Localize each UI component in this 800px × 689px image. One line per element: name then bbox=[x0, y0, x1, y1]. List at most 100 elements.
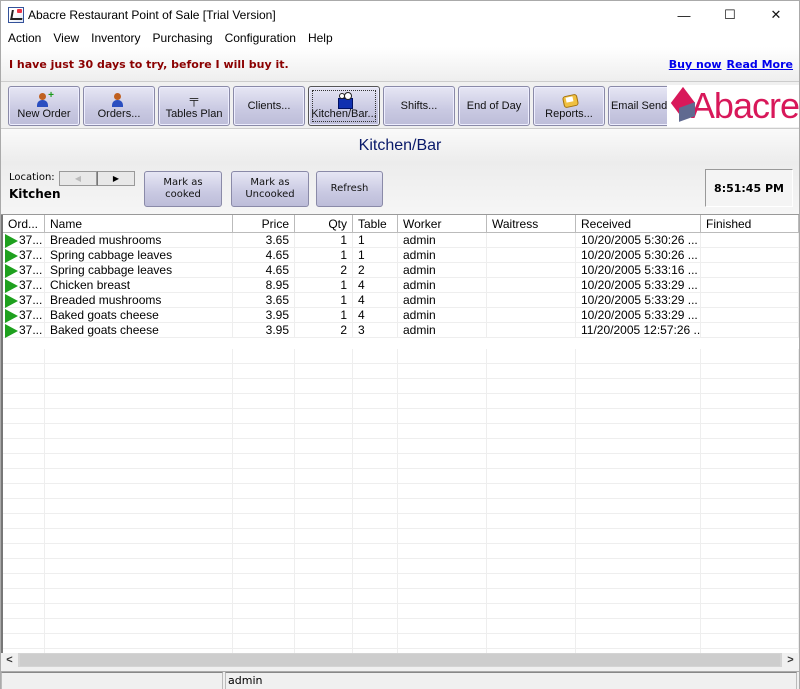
cell-waitress bbox=[487, 323, 576, 338]
close-button[interactable]: ✕ bbox=[753, 1, 799, 29]
orders-grid: Ord... Name Price Qty Table Worker Waitr… bbox=[1, 215, 799, 653]
location-nav: ◀ ▶ bbox=[59, 171, 135, 186]
scroll-track[interactable] bbox=[20, 654, 780, 666]
menu-purchasing[interactable]: Purchasing bbox=[147, 31, 219, 45]
cell-waitress bbox=[487, 248, 576, 263]
tables-plan-button[interactable]: ╤ Tables Plan bbox=[158, 86, 230, 126]
reports-button[interactable]: Reports... bbox=[533, 86, 605, 126]
col-received[interactable]: Received bbox=[576, 215, 701, 233]
cell-qty: 1 bbox=[295, 308, 353, 323]
cell-waitress bbox=[487, 263, 576, 278]
kitchen-bar-button[interactable]: Kitchen/Bar... bbox=[308, 86, 380, 126]
cell-order: 37... bbox=[3, 248, 45, 263]
cell-waitress bbox=[487, 308, 576, 323]
scroll-left-arrow[interactable]: < bbox=[1, 653, 18, 667]
cell-finished bbox=[701, 278, 799, 293]
status-user: admin bbox=[225, 672, 797, 689]
col-waitress[interactable]: Waitress bbox=[487, 215, 576, 233]
cell-table: 1 bbox=[353, 248, 398, 263]
app-window: Abacre Restaurant Point of Sale [Trial V… bbox=[0, 0, 800, 689]
location-label: Location: bbox=[9, 172, 55, 183]
cell-received: 10/20/2005 5:33:29 ... bbox=[576, 278, 701, 293]
menu-inventory[interactable]: Inventory bbox=[85, 31, 146, 45]
add-person-icon: + bbox=[36, 90, 54, 107]
cell-order: 37... bbox=[3, 308, 45, 323]
menu-help[interactable]: Help bbox=[302, 31, 339, 45]
col-worker[interactable]: Worker bbox=[398, 215, 487, 233]
logo-text: Abacre bbox=[690, 85, 800, 126]
row-indicator-icon bbox=[5, 293, 18, 308]
menu-configuration[interactable]: Configuration bbox=[219, 31, 302, 45]
cell-name: Baked goats cheese bbox=[45, 323, 233, 338]
menu-view[interactable]: View bbox=[47, 31, 85, 45]
col-qty[interactable]: Qty bbox=[295, 215, 353, 233]
cell-price: 4.65 bbox=[233, 263, 295, 278]
cell-price: 3.95 bbox=[233, 323, 295, 338]
table-row[interactable]: 37... Baked goats cheese 3.95 1 4 admin 10/20/… bbox=[3, 308, 799, 323]
cell-waitress bbox=[487, 293, 576, 308]
read-more-link[interactable]: Read More bbox=[727, 58, 793, 71]
orders-button[interactable]: Orders... bbox=[83, 86, 155, 126]
clients-button[interactable]: Clients... bbox=[233, 86, 305, 126]
cell-qty: 1 bbox=[295, 293, 353, 308]
table-row[interactable]: 37... Breaded mushrooms 3.65 1 1 admin 10/20/2… bbox=[3, 233, 799, 248]
cell-waitress bbox=[487, 233, 576, 248]
cell-received: 10/20/2005 5:30:26 ... bbox=[576, 248, 701, 263]
location-prev-button[interactable]: ◀ bbox=[59, 171, 97, 186]
new-order-button[interactable]: + New Order bbox=[8, 86, 80, 126]
col-finished[interactable]: Finished bbox=[701, 215, 799, 233]
cell-price: 8.95 bbox=[233, 278, 295, 293]
refresh-button[interactable]: Refresh bbox=[316, 171, 383, 207]
table-row[interactable]: 37... Spring cabbage leaves 4.65 2 2 admin 10/… bbox=[3, 263, 799, 278]
trial-text: I have just 30 days to try, before I wil… bbox=[9, 58, 289, 71]
table-row[interactable]: 37... Chicken breast 8.95 1 4 admin 10/20/2005… bbox=[3, 278, 799, 293]
cell-worker: admin bbox=[398, 308, 487, 323]
abacre-logo: Abacre bbox=[667, 85, 800, 127]
order-number: 37... bbox=[19, 233, 43, 247]
cell-worker: admin bbox=[398, 293, 487, 308]
table-row[interactable]: 37... Baked goats cheese 3.95 2 3 admin 11/20/… bbox=[3, 323, 799, 338]
cell-order: 37... bbox=[3, 233, 45, 248]
col-price[interactable]: Price bbox=[233, 215, 295, 233]
cell-qty: 2 bbox=[295, 323, 353, 338]
cell-name: Chicken breast bbox=[45, 278, 233, 293]
maximize-button[interactable]: ☐ bbox=[707, 1, 753, 29]
cell-worker: admin bbox=[398, 323, 487, 338]
menu-action[interactable]: Action bbox=[2, 31, 47, 45]
toolbar: + New Order Orders... ╤ Tables Plan Clie… bbox=[1, 81, 800, 129]
report-icon bbox=[561, 93, 577, 107]
shifts-button[interactable]: Shifts... bbox=[383, 86, 455, 126]
horizontal-scrollbar[interactable]: < > bbox=[1, 653, 799, 667]
kitchen-panel: Kitchen/Bar Location: Kitchen ◀ ▶ Mark a… bbox=[1, 129, 799, 215]
cell-received: 11/20/2005 12:57:26 ... bbox=[576, 323, 701, 338]
end-of-day-button[interactable]: End of Day bbox=[458, 86, 530, 126]
col-order[interactable]: Ord... bbox=[3, 215, 45, 233]
cell-order: 37... bbox=[3, 293, 45, 308]
cell-order: 37... bbox=[3, 263, 45, 278]
mark-as-uncooked-button[interactable]: Mark as Uncooked bbox=[231, 171, 309, 207]
mark-as-cooked-button[interactable]: Mark as cooked bbox=[144, 171, 222, 207]
scroll-right-arrow[interactable]: > bbox=[782, 653, 799, 667]
grid-empty-area bbox=[3, 349, 799, 653]
row-indicator-icon bbox=[5, 278, 18, 293]
cell-table: 4 bbox=[353, 278, 398, 293]
col-table[interactable]: Table bbox=[353, 215, 398, 233]
minimize-button[interactable]: — bbox=[661, 1, 707, 29]
buy-now-link[interactable]: Buy now bbox=[669, 58, 722, 71]
location-value: Kitchen bbox=[9, 187, 61, 201]
order-number: 37... bbox=[19, 293, 43, 307]
row-indicator-icon bbox=[5, 263, 18, 278]
cell-qty: 1 bbox=[295, 233, 353, 248]
location-next-button[interactable]: ▶ bbox=[97, 171, 135, 186]
clock: 8:51:45 PM bbox=[705, 169, 793, 207]
cell-price: 3.65 bbox=[233, 293, 295, 308]
table-row[interactable]: 37... Breaded mushrooms 3.65 1 4 admin 10/20/2… bbox=[3, 293, 799, 308]
app-icon bbox=[8, 7, 24, 23]
cell-worker: admin bbox=[398, 233, 487, 248]
cube-logo-icon bbox=[669, 86, 696, 123]
cell-worker: admin bbox=[398, 248, 487, 263]
table-row[interactable]: 37... Spring cabbage leaves 4.65 1 1 admin 10/… bbox=[3, 248, 799, 263]
table-icon: ╤ bbox=[189, 91, 199, 106]
row-indicator-icon bbox=[5, 248, 18, 263]
col-name[interactable]: Name bbox=[45, 215, 233, 233]
